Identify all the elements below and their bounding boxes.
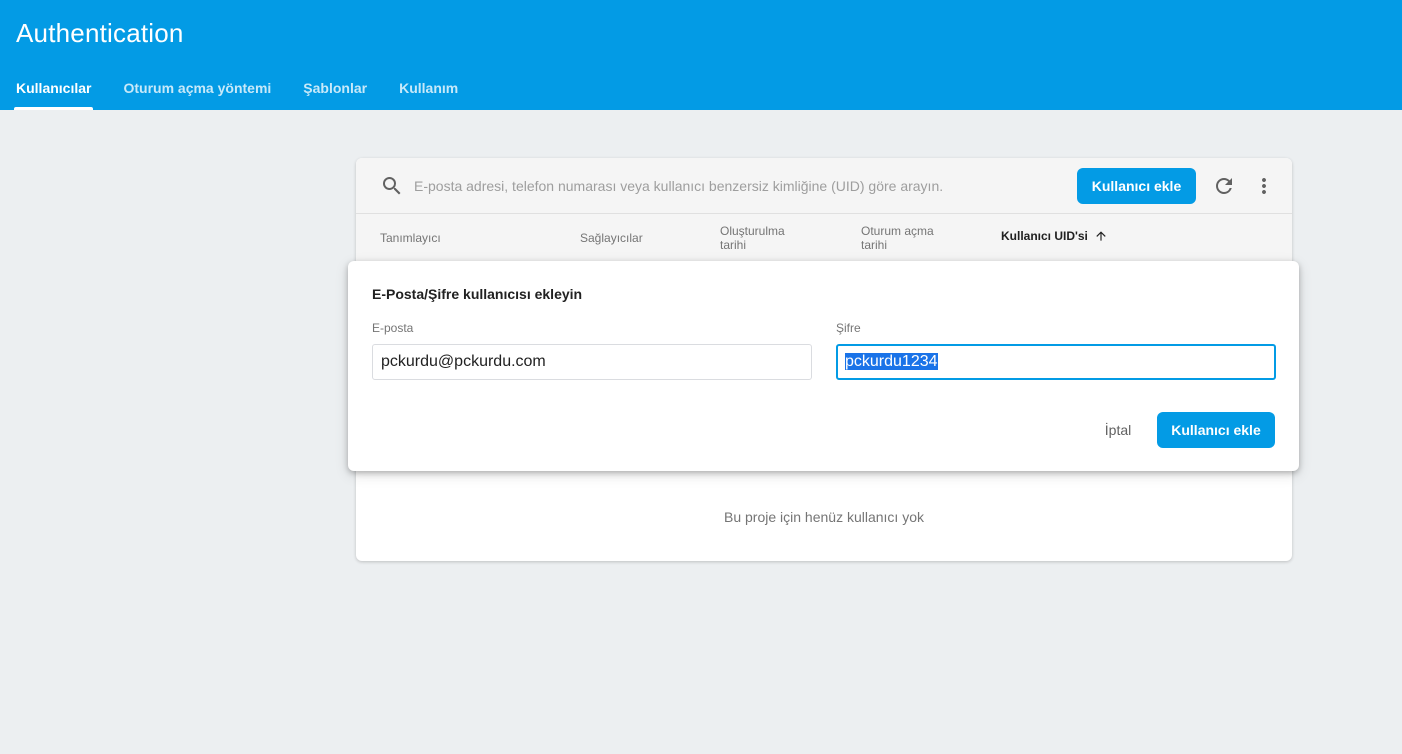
column-user-uid-label: Kullanıcı UID'si bbox=[1001, 229, 1088, 243]
arrow-up-icon bbox=[1096, 231, 1106, 241]
tab-sign-in-method[interactable]: Oturum açma yöntemi bbox=[107, 70, 287, 110]
search-icon bbox=[383, 177, 401, 195]
column-created[interactable]: Oluşturulma tarihi bbox=[720, 224, 804, 252]
add-user-submit-button[interactable]: Kullanıcı ekle bbox=[1157, 412, 1275, 448]
app-header: Authentication Kullanıcılar Oturum açma … bbox=[0, 0, 1402, 110]
column-signed-in[interactable]: Oturum açma tarihi bbox=[861, 224, 945, 252]
column-identifier[interactable]: Tanımlayıcı bbox=[380, 231, 441, 245]
password-value: pckurdu1234 bbox=[845, 353, 938, 370]
tab-bar: Kullanıcılar Oturum açma yöntemi Şablonl… bbox=[0, 70, 474, 110]
more-vert-icon[interactable] bbox=[1252, 174, 1276, 198]
column-user-uid[interactable]: Kullanıcı UID'si bbox=[1001, 229, 1108, 243]
cancel-button[interactable]: İptal bbox=[1088, 412, 1148, 448]
tab-users[interactable]: Kullanıcılar bbox=[0, 70, 107, 110]
email-field[interactable] bbox=[372, 344, 812, 380]
column-providers[interactable]: Sağlayıcılar bbox=[580, 231, 643, 245]
dialog-title: E-Posta/Şifre kullanıcısı ekleyin bbox=[372, 286, 583, 302]
email-label: E-posta bbox=[372, 321, 414, 335]
tab-templates[interactable]: Şablonlar bbox=[287, 70, 383, 110]
empty-state-message: Bu proje için henüz kullanıcı yok bbox=[724, 509, 924, 525]
search-input[interactable] bbox=[414, 172, 1054, 200]
tab-usage[interactable]: Kullanım bbox=[383, 70, 474, 110]
add-user-dialog: E-Posta/Şifre kullanıcısı ekleyin E-post… bbox=[348, 261, 1299, 471]
add-user-button[interactable]: Kullanıcı ekle bbox=[1077, 168, 1196, 204]
password-label: Şifre bbox=[836, 321, 861, 335]
refresh-icon[interactable] bbox=[1212, 174, 1236, 198]
password-field[interactable]: pckurdu1234 bbox=[836, 344, 1276, 380]
search-bar: Kullanıcı ekle bbox=[356, 158, 1292, 214]
page-title: Authentication bbox=[16, 18, 184, 48]
table-header: Tanımlayıcı Sağlayıcılar Oluşturulma tar… bbox=[356, 214, 1292, 264]
